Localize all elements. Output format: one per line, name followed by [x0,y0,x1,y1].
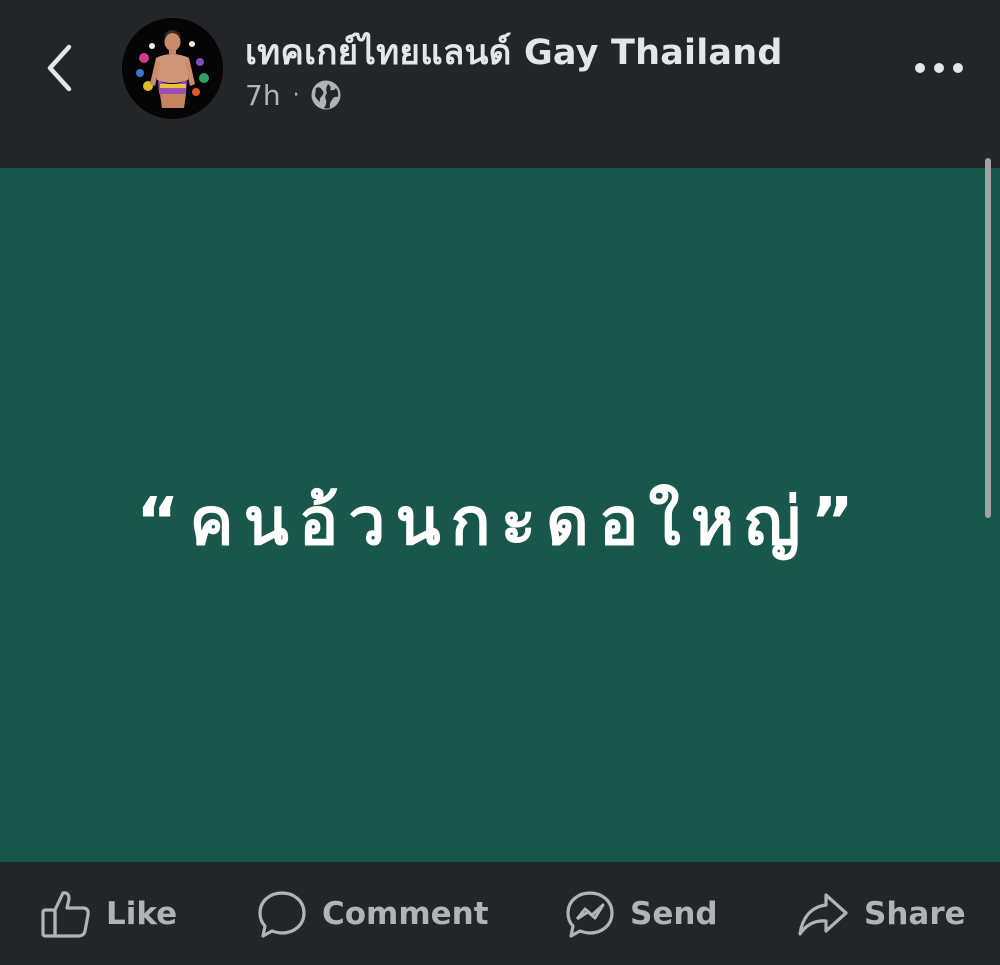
share-button[interactable]: Share [796,886,966,942]
post-time[interactable]: 7h [245,79,281,112]
scrollbar[interactable] [985,158,991,518]
comment-bubble-icon [256,889,308,939]
like-button[interactable]: Like [40,886,177,942]
share-arrow-icon [796,889,850,939]
more-options-button[interactable] [906,48,972,88]
post-action-bar: Like Comment Send Share [0,862,1000,965]
share-label: Share [864,896,966,932]
chevron-left-icon [47,44,72,92]
comment-label: Comment [322,896,489,932]
post-text-background: “คนอ้วนกะดอใหญ่” [0,168,1000,862]
more-horizontal-icon [915,63,963,73]
post-header: เทคเกย์ไทยแลนด์ Gay Thailand 7h · [0,0,1000,168]
comment-button[interactable]: Comment [256,886,489,942]
post-viewer: เทคเกย์ไทยแลนด์ Gay Thailand 7h · “คนอ้ว… [0,0,1000,965]
send-button[interactable]: Send [564,886,718,942]
like-label: Like [106,896,178,932]
post-text: “คนอ้วนกะดอใหญ่” [136,482,864,560]
back-button[interactable] [34,40,86,96]
avatar-image [122,18,223,119]
page-name[interactable]: เทคเกย์ไทยแลนด์ Gay Thailand [245,25,783,80]
globe-icon [310,79,342,111]
send-label: Send [630,896,718,932]
thumbs-up-icon [40,889,92,939]
post-meta: 7h · [245,78,342,112]
page-avatar[interactable] [122,18,223,119]
meta-separator: · [292,82,300,108]
messenger-icon [564,889,616,939]
